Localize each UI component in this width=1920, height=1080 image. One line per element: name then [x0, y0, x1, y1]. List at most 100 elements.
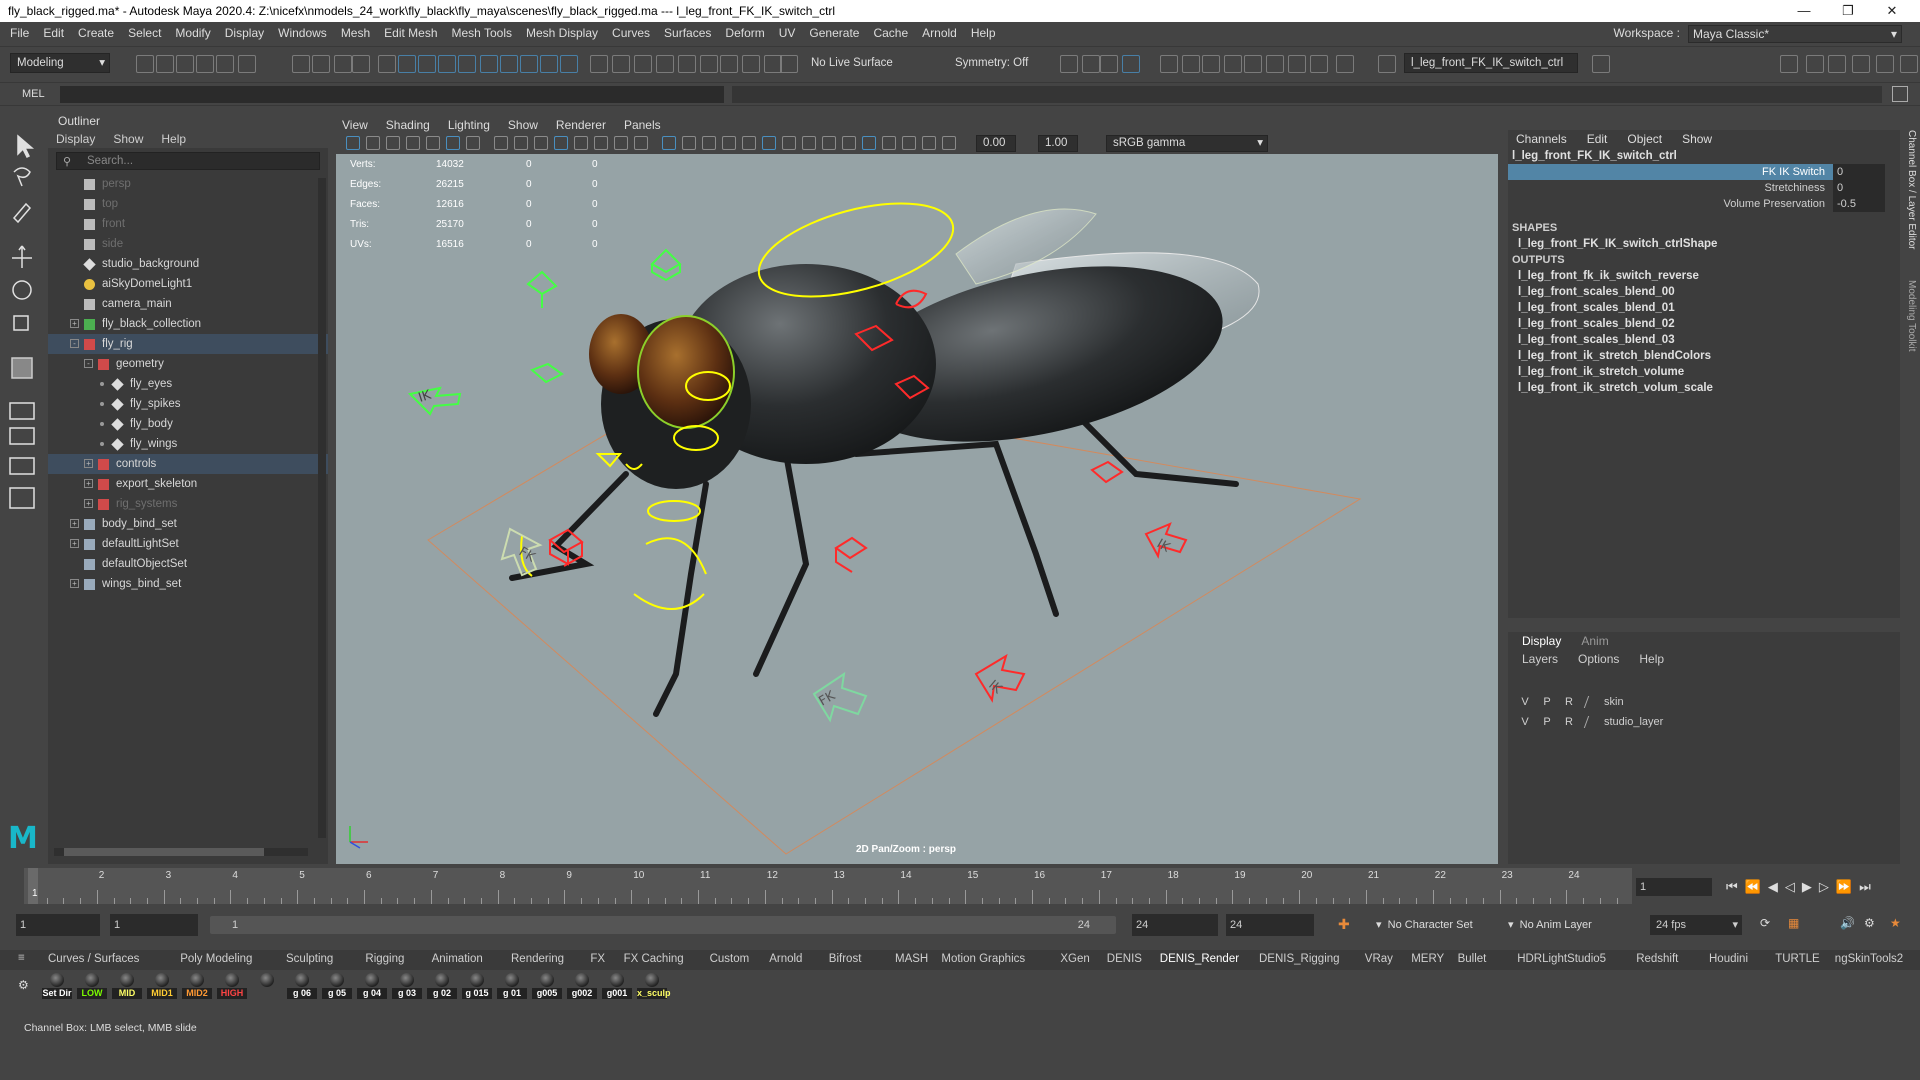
- channel-attr-name[interactable]: Stretchiness: [1508, 180, 1833, 196]
- live-surface-field[interactable]: No Live Surface: [804, 53, 906, 73]
- outliner-item-fly-rig[interactable]: - fly_rig: [48, 334, 328, 354]
- selection-name-field[interactable]: l_leg_front_FK_IK_switch_ctrl: [1404, 53, 1578, 73]
- anim-end-field[interactable]: 24: [1132, 914, 1218, 936]
- shelf-tab-mash[interactable]: MASH: [895, 953, 928, 965]
- viewport-tool-icon[interactable]: [466, 136, 480, 150]
- viewport-tool-icon[interactable]: [366, 136, 380, 150]
- end-field[interactable]: 24: [1226, 914, 1314, 936]
- script-editor-icon[interactable]: [1892, 86, 1908, 102]
- channel-box-node[interactable]: l_leg_front_FK_IK_switch_ctrl: [1508, 148, 1900, 164]
- expand-icon[interactable]: +: [84, 459, 93, 468]
- expand-icon[interactable]: +: [84, 499, 93, 508]
- viewport-tool-icon[interactable]: [842, 136, 856, 150]
- preferences-icon[interactable]: ⚙: [1864, 916, 1875, 930]
- outliner-scrollbar[interactable]: [318, 178, 326, 838]
- output-node[interactable]: l_leg_front_scales_blend_01: [1508, 300, 1900, 316]
- layer-color-swatch[interactable]: [1583, 696, 1601, 708]
- exposure-field[interactable]: 0.00: [976, 135, 1016, 152]
- viewport-menu-view[interactable]: View: [342, 118, 368, 132]
- toolbar-icon[interactable]: [1336, 55, 1354, 73]
- toolbar-icon[interactable]: [312, 55, 330, 73]
- toolbar-icon[interactable]: [1202, 55, 1220, 73]
- layer-name[interactable]: studio_layer: [1604, 716, 1663, 728]
- step-forward-frame-icon[interactable]: ▷: [1819, 879, 1829, 895]
- toolbar-icon[interactable]: [1876, 55, 1894, 73]
- menu-mesh-display[interactable]: Mesh Display: [526, 26, 598, 40]
- collapse-icon[interactable]: -: [84, 359, 93, 368]
- collapse-icon[interactable]: -: [70, 339, 79, 348]
- layer-toggle-r[interactable]: R: [1558, 696, 1580, 708]
- toolbar-icon[interactable]: [378, 55, 396, 73]
- viewport-persp[interactable]: IK FK IK IK FK Verts: 14032 0 0 Edges: 26215 0…: [336, 154, 1498, 864]
- outliner-item-wings-bind-set[interactable]: + wings_bind_set: [48, 574, 328, 594]
- outliner-item-defaultobjectset[interactable]: defaultObjectSet: [48, 554, 328, 574]
- symmetry-field[interactable]: Symmetry: Off: [948, 53, 1044, 73]
- viewport-scene[interactable]: IK FK IK IK FK: [336, 154, 1498, 864]
- toolbar-icon[interactable]: [520, 55, 538, 73]
- toolbar-icon[interactable]: [1060, 55, 1078, 73]
- shelf-tab-motion-graphics[interactable]: Motion Graphics: [941, 953, 1025, 965]
- shelf-button[interactable]: MID2: [182, 972, 212, 1002]
- toolbar-icon[interactable]: [352, 55, 370, 73]
- minimize-icon[interactable]: —: [1784, 0, 1824, 22]
- output-node[interactable]: l_leg_front_ik_stretch_volum_scale: [1508, 380, 1900, 396]
- viewport-tool-icon[interactable]: [722, 136, 736, 150]
- step-back-key-icon[interactable]: ⏪: [1745, 879, 1761, 895]
- toolbar-icon[interactable]: [1160, 55, 1178, 73]
- step-back-frame-icon[interactable]: ◀: [1768, 879, 1778, 895]
- toolbar-icon[interactable]: [292, 55, 310, 73]
- viewport-tool-icon[interactable]: [554, 136, 568, 150]
- channel-menu-channels[interactable]: Channels: [1516, 130, 1567, 148]
- layer-toggle-v[interactable]: V: [1514, 696, 1536, 708]
- outliner-item-persp[interactable]: persp: [48, 174, 328, 194]
- shelf-tab-houdini[interactable]: Houdini: [1709, 953, 1748, 965]
- viewport-tool-icon[interactable]: [594, 136, 608, 150]
- toolbar-icon[interactable]: [590, 55, 608, 73]
- close-icon[interactable]: ✕: [1872, 0, 1912, 22]
- expand-icon[interactable]: +: [70, 319, 79, 328]
- shelf-tab-bullet[interactable]: Bullet: [1458, 953, 1487, 965]
- toolbar-icon[interactable]: [156, 55, 174, 73]
- viewport-tool-icon[interactable]: [942, 136, 956, 150]
- toolbar-icon[interactable]: [1244, 55, 1262, 73]
- viewport-menu-renderer[interactable]: Renderer: [556, 118, 606, 132]
- layer-toggle-p[interactable]: P: [1536, 696, 1558, 708]
- outliner-item-fly-black-collection[interactable]: + fly_black_collection: [48, 314, 328, 334]
- viewport-tool-icon[interactable]: [386, 136, 400, 150]
- viewport-tool-icon[interactable]: [782, 136, 796, 150]
- shelf-tab-rigging[interactable]: Rigging: [365, 953, 404, 965]
- viewport-tool-icon[interactable]: [494, 136, 508, 150]
- channel-attr-value[interactable]: 0: [1833, 164, 1885, 180]
- outliner-item-camera-main[interactable]: camera_main: [48, 294, 328, 314]
- menu-arnold[interactable]: Arnold: [922, 26, 957, 40]
- toolbar-icon[interactable]: [780, 55, 798, 73]
- play-back-icon[interactable]: ◁: [1785, 879, 1795, 895]
- channel-attr-name[interactable]: FK IK Switch: [1508, 164, 1833, 180]
- shelf-button[interactable]: g005: [532, 972, 562, 1002]
- output-node[interactable]: l_leg_front_ik_stretch_blendColors: [1508, 348, 1900, 364]
- layer-toggle-r[interactable]: R: [1558, 716, 1580, 728]
- shelf-button[interactable]: MID: [112, 972, 142, 1002]
- channel-attr-value[interactable]: -0.5: [1833, 196, 1885, 212]
- shelf-button[interactable]: g 01: [497, 972, 527, 1002]
- toolbar-icon[interactable]: [216, 55, 234, 73]
- menu-curves[interactable]: Curves: [612, 26, 650, 40]
- toolbar-icon[interactable]: [480, 55, 498, 73]
- toolbar-icon[interactable]: [334, 55, 352, 73]
- toolbar-icon[interactable]: [1100, 55, 1118, 73]
- menu-modify[interactable]: Modify: [175, 26, 210, 40]
- outliner-item-fly-eyes[interactable]: fly_eyes: [48, 374, 328, 394]
- tab-channel-box[interactable]: Channel Box / Layer Editor: [1906, 130, 1917, 250]
- layer-menu-layers[interactable]: Layers: [1522, 650, 1558, 668]
- toolbar-icon[interactable]: [634, 55, 652, 73]
- layer-menu-options[interactable]: Options: [1578, 650, 1619, 668]
- toolbar-icon[interactable]: [1266, 55, 1284, 73]
- toolbar-icon[interactable]: [238, 55, 256, 73]
- layer-toggle-v[interactable]: V: [1514, 716, 1536, 728]
- outliner-item-fly-wings[interactable]: fly_wings: [48, 434, 328, 454]
- toolbar-icon[interactable]: [418, 55, 436, 73]
- outliner-item-front[interactable]: front: [48, 214, 328, 234]
- viewport-tool-icon[interactable]: [574, 136, 588, 150]
- sound-icon[interactable]: 🔊: [1840, 916, 1855, 930]
- layer-tab-display[interactable]: Display: [1522, 632, 1561, 650]
